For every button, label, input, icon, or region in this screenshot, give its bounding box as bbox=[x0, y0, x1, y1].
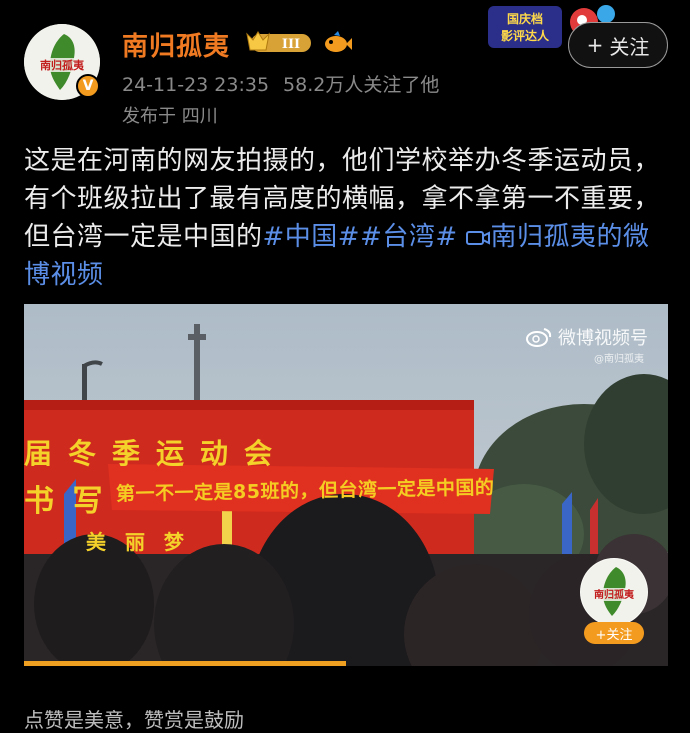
video-author-avatar[interactable]: 南归孤夷 bbox=[580, 558, 648, 626]
taiwan-map-logo-small: 南归孤夷 bbox=[581, 559, 647, 625]
weibo-video-watermark: 微博视频号 bbox=[526, 324, 648, 350]
verified-badge: V bbox=[76, 74, 100, 98]
svg-text:III: III bbox=[282, 37, 300, 52]
video-progress-bar[interactable] bbox=[24, 661, 346, 666]
level-badge[interactable]: III bbox=[245, 30, 315, 56]
stage-left-text: 书 写 bbox=[24, 484, 107, 519]
watermark-handle: @南归孤夷 bbox=[594, 354, 644, 365]
published-location: 发布于 四川 bbox=[122, 106, 218, 127]
fish-icon bbox=[325, 31, 352, 52]
author-name[interactable]: 南归孤夷 bbox=[122, 26, 230, 63]
svg-text:南归孤夷: 南归孤夷 bbox=[40, 58, 85, 72]
video-follow-button[interactable]: +关注 bbox=[584, 622, 644, 644]
plus-icon: + bbox=[586, 33, 604, 57]
follower-count: 58.2万人关注了他 bbox=[283, 74, 440, 96]
stage-left-text-2: 美 丽 梦 bbox=[86, 530, 190, 554]
hashtag-china[interactable]: #中国# bbox=[263, 222, 361, 252]
post-datetime: 24-11-23 23:35 bbox=[122, 74, 270, 96]
weibo-logo-icon bbox=[526, 328, 552, 347]
svg-text:南归孤夷: 南归孤夷 bbox=[594, 588, 635, 601]
post-content: 这是在河南的网友拍摄的，他们学校举办冬季运动员，有个班级拉出了最有高度的横幅，拿… bbox=[24, 142, 674, 294]
stage-banner-text: 届冬季运动会 bbox=[24, 437, 289, 470]
follow-button-label: 关注 bbox=[609, 34, 650, 59]
video-player[interactable]: 届冬季运动会 书 写 美 丽 梦 第一不一定是85班的，但台湾一定是中国的 微博… bbox=[24, 304, 668, 666]
follow-button[interactable]: + 关注 bbox=[568, 22, 668, 68]
hashtag-taiwan[interactable]: #台湾# bbox=[360, 222, 458, 252]
svg-text:影评达人: 影评达人 bbox=[501, 28, 550, 43]
post-meta: 24-11-23 23:35 58.2万人关注了他 bbox=[122, 70, 439, 97]
watermark-text: 微博视频号 bbox=[558, 328, 648, 349]
svg-text:国庆档: 国庆档 bbox=[507, 11, 543, 26]
video-icon bbox=[466, 231, 491, 245]
